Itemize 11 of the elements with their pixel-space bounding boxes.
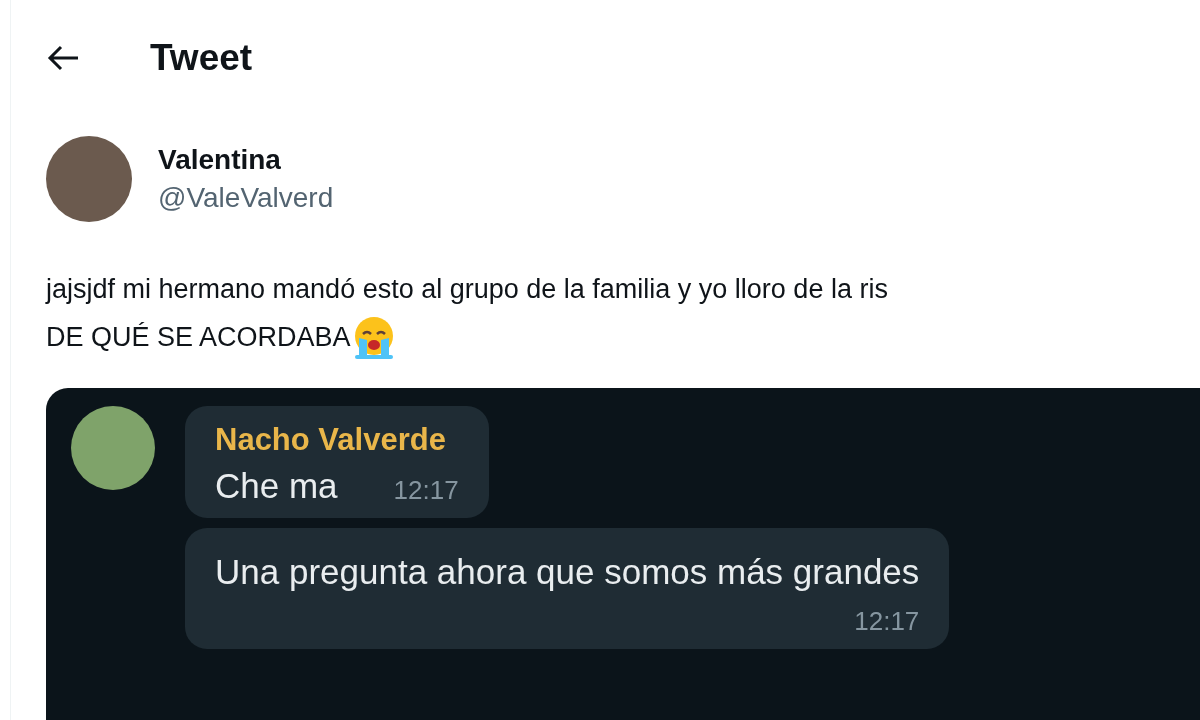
sender-name: Nacho Valverde xyxy=(215,422,447,458)
message-text: Una pregunta ahora que somos más grandes xyxy=(215,552,920,592)
message-time: 12:17 xyxy=(854,606,920,637)
page-title: Tweet xyxy=(150,37,253,79)
author-name[interactable]: Valentina xyxy=(158,144,334,176)
tweet-text: jajsjdf mi hermano mandó esto al grupo de la familia y yo lloro de la ris xyxy=(46,273,889,306)
author-handle[interactable]: @ValeValverd xyxy=(158,182,334,214)
message-text: Che ma xyxy=(215,466,338,506)
tweet-text: DE QUÉ SE ACORDABA xyxy=(46,321,351,354)
back-arrow-icon[interactable] xyxy=(46,44,80,72)
message-time: 12:17 xyxy=(393,475,459,506)
